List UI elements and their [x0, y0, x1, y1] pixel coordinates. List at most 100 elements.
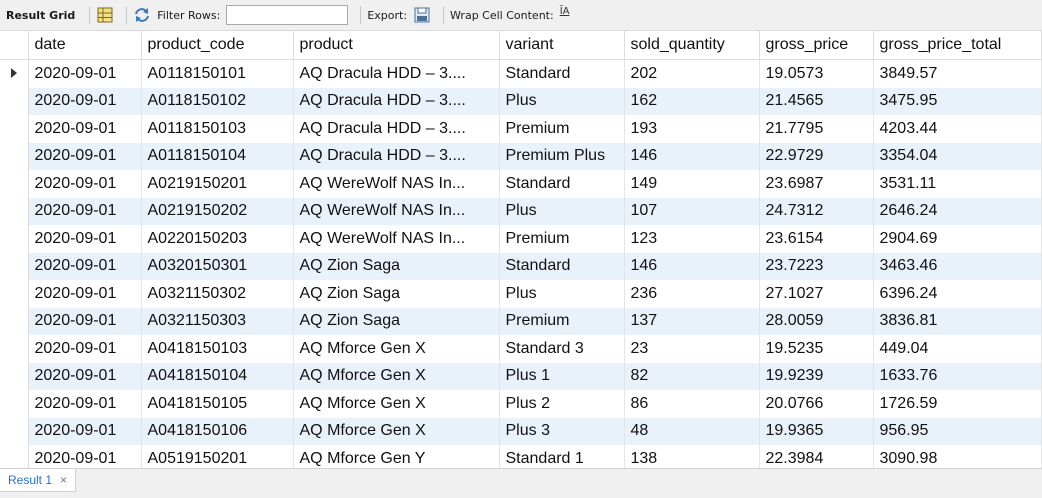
cell-sold-quantity[interactable]: 138: [624, 445, 760, 468]
cell-sold-quantity[interactable]: 146: [624, 142, 760, 170]
cell-gross-price[interactable]: 21.4565: [759, 87, 874, 115]
cell-date[interactable]: 2020-09-01: [28, 87, 142, 115]
filter-rows-input[interactable]: [226, 5, 349, 25]
row-header[interactable]: [0, 197, 29, 225]
cell-product-code[interactable]: A0519150201: [141, 445, 294, 468]
cell-gross-price-total[interactable]: 3849.57: [873, 59, 1042, 88]
cell-gross-price[interactable]: 23.6987: [759, 170, 874, 198]
table-row[interactable]: 2020-09-01 A0220150203 AQ WereWolf NAS In.…: [0, 225, 1042, 253]
row-header[interactable]: [0, 225, 29, 253]
column-header-date[interactable]: date: [28, 31, 142, 60]
cell-product[interactable]: AQ Zion Saga: [293, 307, 500, 335]
table-row[interactable]: 2020-09-01 A0219150202 AQ WereWolf NAS In.…: [0, 197, 1042, 225]
cell-product-code[interactable]: A0418150106: [141, 417, 294, 445]
cell-product-code[interactable]: A0418150104: [141, 362, 294, 390]
wrap-cell-content-icon[interactable]: ĪA: [560, 6, 570, 24]
cell-product-code[interactable]: A0321150302: [141, 280, 294, 308]
row-header[interactable]: [0, 335, 29, 363]
cell-variant[interactable]: Premium: [499, 115, 625, 143]
table-row[interactable]: 2020-09-01 A0321150303 AQ Zion Saga Premium…: [0, 307, 1042, 335]
cell-gross-price-total[interactable]: 449.04: [873, 335, 1042, 363]
cell-product-code[interactable]: A0418150103: [141, 335, 294, 363]
result-grid[interactable]: date product_code product variant sold_quant…: [0, 31, 1042, 468]
cell-product[interactable]: AQ Zion Saga: [293, 280, 500, 308]
cell-sold-quantity[interactable]: 193: [624, 115, 760, 143]
cell-sold-quantity[interactable]: 86: [624, 390, 760, 418]
cell-product[interactable]: AQ WereWolf NAS In...: [293, 225, 500, 253]
cell-product-code[interactable]: A0118150103: [141, 115, 294, 143]
cell-sold-quantity[interactable]: 146: [624, 252, 760, 280]
cell-gross-price-total[interactable]: 3354.04: [873, 142, 1042, 170]
cell-variant[interactable]: Standard 1: [499, 445, 625, 468]
cell-gross-price[interactable]: 28.0059: [759, 307, 874, 335]
cell-product-code[interactable]: A0118150102: [141, 87, 294, 115]
cell-product-code[interactable]: A0321150303: [141, 307, 294, 335]
cell-gross-price-total[interactable]: 3836.81: [873, 307, 1042, 335]
cell-product[interactable]: AQ Dracula HDD – 3....: [293, 87, 500, 115]
cell-gross-price-total[interactable]: 1726.59: [873, 390, 1042, 418]
cell-product-code[interactable]: A0118150104: [141, 142, 294, 170]
cell-variant[interactable]: Plus 3: [499, 417, 625, 445]
column-header-sold-quantity[interactable]: sold_quantity: [624, 31, 760, 60]
cell-product[interactable]: AQ Mforce Gen Y: [293, 445, 500, 468]
cell-date[interactable]: 2020-09-01: [28, 142, 142, 170]
cell-gross-price-total[interactable]: 4203.44: [873, 115, 1042, 143]
export-icon[interactable]: [413, 6, 431, 24]
cell-product-code[interactable]: A0220150203: [141, 225, 294, 253]
row-header[interactable]: [0, 307, 29, 335]
cell-gross-price-total[interactable]: 3531.11: [873, 170, 1042, 198]
cell-gross-price[interactable]: 23.6154: [759, 225, 874, 253]
cell-sold-quantity[interactable]: 137: [624, 307, 760, 335]
row-header[interactable]: [0, 59, 29, 88]
cell-date[interactable]: 2020-09-01: [28, 225, 142, 253]
cell-date[interactable]: 2020-09-01: [28, 59, 142, 88]
cell-gross-price-total[interactable]: 3475.95: [873, 87, 1042, 115]
cell-sold-quantity[interactable]: 23: [624, 335, 760, 363]
cell-product-code[interactable]: A0219150201: [141, 170, 294, 198]
cell-gross-price-total[interactable]: 1633.76: [873, 362, 1042, 390]
row-header[interactable]: [0, 252, 29, 280]
cell-gross-price[interactable]: 19.9365: [759, 417, 874, 445]
cell-gross-price-total[interactable]: 3090.98: [873, 445, 1042, 468]
table-row[interactable]: 2020-09-01 A0418150103 AQ Mforce Gen X Stan…: [0, 335, 1042, 363]
result-grid-label[interactable]: Result Grid: [6, 9, 75, 22]
cell-product[interactable]: AQ Mforce Gen X: [293, 417, 500, 445]
cell-date[interactable]: 2020-09-01: [28, 252, 142, 280]
cell-sold-quantity[interactable]: 149: [624, 170, 760, 198]
row-header[interactable]: [0, 87, 29, 115]
refresh-icon[interactable]: [133, 6, 151, 24]
cell-gross-price[interactable]: 22.3984: [759, 445, 874, 468]
cell-date[interactable]: 2020-09-01: [28, 170, 142, 198]
table-row[interactable]: 2020-09-01 A0519150201 AQ Mforce Gen Y Stan…: [0, 445, 1042, 468]
cell-date[interactable]: 2020-09-01: [28, 307, 142, 335]
row-header[interactable]: [0, 142, 29, 170]
cell-variant[interactable]: Premium: [499, 225, 625, 253]
cell-gross-price-total[interactable]: 6396.24: [873, 280, 1042, 308]
table-row[interactable]: 2020-09-01 A0320150301 AQ Zion Saga Standar…: [0, 252, 1042, 280]
cell-variant[interactable]: Standard: [499, 59, 625, 88]
cell-variant[interactable]: Plus: [499, 197, 625, 225]
table-row[interactable]: 2020-09-01 A0118150103 AQ Dracula HDD – 3.…: [0, 115, 1042, 143]
cell-sold-quantity[interactable]: 202: [624, 59, 760, 88]
cell-gross-price-total[interactable]: 2646.24: [873, 197, 1042, 225]
cell-product[interactable]: AQ Mforce Gen X: [293, 390, 500, 418]
row-header[interactable]: [0, 362, 29, 390]
cell-date[interactable]: 2020-09-01: [28, 335, 142, 363]
cell-sold-quantity[interactable]: 123: [624, 225, 760, 253]
cell-date[interactable]: 2020-09-01: [28, 197, 142, 225]
cell-date[interactable]: 2020-09-01: [28, 115, 142, 143]
table-row[interactable]: 2020-09-01 A0219150201 AQ WereWolf NAS In.…: [0, 170, 1042, 198]
cell-product[interactable]: AQ WereWolf NAS In...: [293, 197, 500, 225]
cell-gross-price[interactable]: 27.1027: [759, 280, 874, 308]
cell-date[interactable]: 2020-09-01: [28, 362, 142, 390]
cell-variant[interactable]: Plus 2: [499, 390, 625, 418]
row-header[interactable]: [0, 280, 29, 308]
row-header[interactable]: [0, 417, 29, 445]
cell-gross-price[interactable]: 19.0573: [759, 59, 874, 88]
cell-variant[interactable]: Plus: [499, 280, 625, 308]
table-row[interactable]: 2020-09-01 A0418150106 AQ Mforce Gen X Plus…: [0, 417, 1042, 445]
cell-variant[interactable]: Premium: [499, 307, 625, 335]
table-row[interactable]: 2020-09-01 A0118150102 AQ Dracula HDD – 3.…: [0, 87, 1042, 115]
cell-date[interactable]: 2020-09-01: [28, 390, 142, 418]
cell-product-code[interactable]: A0320150301: [141, 252, 294, 280]
